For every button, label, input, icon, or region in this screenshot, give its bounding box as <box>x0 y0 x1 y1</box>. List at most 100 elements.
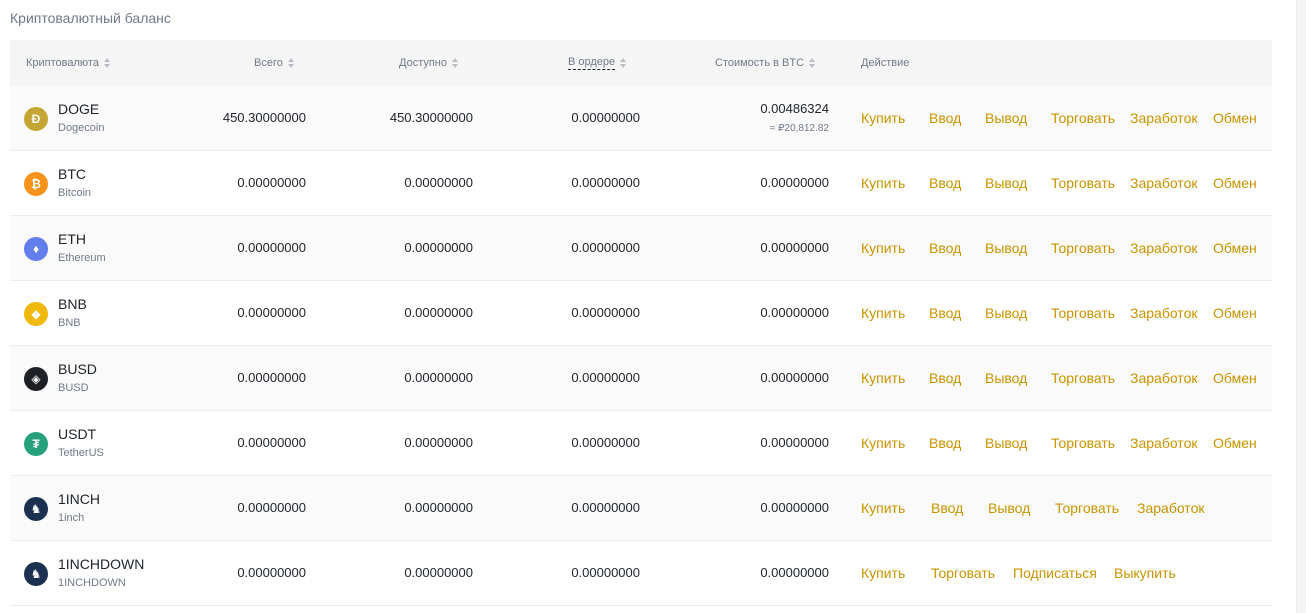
coin-symbol[interactable]: DOGE <box>58 101 99 117</box>
withdraw-link[interactable]: Вывод <box>985 435 1027 451</box>
withdraw-link[interactable]: Вывод <box>985 305 1027 321</box>
earn-link[interactable]: Заработок <box>1137 500 1204 516</box>
convert-link[interactable]: Обмен <box>1213 305 1257 321</box>
convert-link[interactable]: Обмен <box>1213 110 1257 126</box>
table-row: ₿ BTC Bitcoin 0.00000000 0.00000000 0.0000000… <box>10 151 1272 216</box>
trade-link[interactable]: Торговать <box>931 565 995 581</box>
ethereum-icon: ♦ <box>24 237 48 261</box>
deposit-link[interactable]: Ввод <box>929 370 961 386</box>
buy-link[interactable]: Купить <box>861 435 905 451</box>
table-header: Криптовалюта Всего Доступно В ордере Сто… <box>10 40 1272 86</box>
trade-link[interactable]: Торговать <box>1055 500 1119 516</box>
deposit-link[interactable]: Ввод <box>929 305 961 321</box>
coin-name: 1inch <box>58 512 85 524</box>
in-order-value: 0.00000000 <box>571 500 640 515</box>
table-body: Ð DOGE Dogecoin 450.30000000 450.30000000 0.0… <box>10 86 1272 606</box>
column-total[interactable]: Всего <box>254 57 295 69</box>
available-value: 450.30000000 <box>389 110 473 125</box>
earn-link[interactable]: Заработок <box>1130 240 1197 256</box>
total-value: 0.00000000 <box>237 370 306 385</box>
table-row: ♦ ETH Ethereum 0.00000000 0.00000000 0.000000… <box>10 216 1272 281</box>
earn-link[interactable]: Заработок <box>1130 175 1197 191</box>
trade-link[interactable]: Торговать <box>1051 110 1115 126</box>
coin-name: Dogecoin <box>58 122 105 134</box>
scrollbar-track[interactable] <box>1296 0 1306 613</box>
total-value: 450.30000000 <box>222 110 306 125</box>
convert-link[interactable]: Обмен <box>1213 370 1257 386</box>
column-available[interactable]: Доступно <box>399 57 459 69</box>
buy-link[interactable]: Купить <box>861 175 905 191</box>
buy-link[interactable]: Купить <box>861 240 905 256</box>
total-value: 0.00000000 <box>237 240 306 255</box>
trade-link[interactable]: Торговать <box>1051 175 1115 191</box>
coin-symbol[interactable]: BNB <box>58 296 87 312</box>
coin-symbol[interactable]: ETH <box>58 231 86 247</box>
btc-value: 0.00000000 <box>760 565 829 580</box>
coin-symbol[interactable]: BTC <box>58 166 86 182</box>
tether-icon: ₮ <box>24 432 48 456</box>
balance-table: Криптовалюта Всего Доступно В ордере Сто… <box>10 40 1272 606</box>
in-order-value: 0.00000000 <box>571 305 640 320</box>
column-in-order[interactable]: В ордере <box>568 56 627 70</box>
total-value: 0.00000000 <box>237 435 306 450</box>
sort-icon <box>620 58 627 68</box>
buy-link[interactable]: Купить <box>861 305 905 321</box>
withdraw-link[interactable]: Вывод <box>985 175 1027 191</box>
earn-link[interactable]: Заработок <box>1130 305 1197 321</box>
earn-link[interactable]: Заработок <box>1130 110 1197 126</box>
in-order-value: 0.00000000 <box>571 565 640 580</box>
trade-link[interactable]: Торговать <box>1051 435 1115 451</box>
coin-symbol[interactable]: 1INCH <box>58 491 100 507</box>
in-order-value: 0.00000000 <box>571 435 640 450</box>
convert-link[interactable]: Обмен <box>1213 175 1257 191</box>
convert-link[interactable]: Обмен <box>1213 240 1257 256</box>
convert-link[interactable]: Обмен <box>1213 435 1257 451</box>
trade-link[interactable]: Торговать <box>1051 305 1115 321</box>
fiat-value: ≈ ₽20,812.82 <box>769 123 829 134</box>
earn-link[interactable]: Заработок <box>1130 435 1197 451</box>
available-value: 0.00000000 <box>404 500 473 515</box>
subscribe-link[interactable]: Подписаться <box>1013 565 1097 581</box>
btc-value: 0.00000000 <box>760 240 829 255</box>
btc-value: 0.00000000 <box>760 500 829 515</box>
in-order-value: 0.00000000 <box>571 370 640 385</box>
coin-symbol[interactable]: USDT <box>58 426 96 442</box>
withdraw-link[interactable]: Вывод <box>985 110 1027 126</box>
deposit-link[interactable]: Ввод <box>929 435 961 451</box>
table-row: ◆ BNB BNB 0.00000000 0.00000000 0.00000000 0.0… <box>10 281 1272 346</box>
btc-value: 0.00000000 <box>760 435 829 450</box>
sort-icon <box>809 58 816 68</box>
buy-link[interactable]: Купить <box>861 565 905 581</box>
coin-symbol[interactable]: 1INCHDOWN <box>58 556 144 572</box>
deposit-link[interactable]: Ввод <box>929 110 961 126</box>
table-row: Ð DOGE Dogecoin 450.30000000 450.30000000 0.0… <box>10 86 1272 151</box>
coin-symbol[interactable]: BUSD <box>58 361 97 377</box>
deposit-link[interactable]: Ввод <box>929 175 961 191</box>
available-value: 0.00000000 <box>404 175 473 190</box>
btc-value: 0.00000000 <box>760 175 829 190</box>
sort-icon <box>452 58 459 68</box>
sort-icon <box>103 58 111 68</box>
table-row: ♞ 1INCH 1inch 0.00000000 0.00000000 0.0000000… <box>10 476 1272 541</box>
column-crypto[interactable]: Криптовалюта <box>26 57 111 69</box>
table-row: ♞ 1INCHDOWN 1INCHDOWN 0.00000000 0.00000000 0… <box>10 541 1272 606</box>
withdraw-link[interactable]: Вывод <box>988 500 1030 516</box>
buy-link[interactable]: Купить <box>861 370 905 386</box>
btc-value: 0.00486324 <box>760 101 829 116</box>
deposit-link[interactable]: Ввод <box>931 500 963 516</box>
column-btc-value[interactable]: Стоимость в BTC <box>715 57 816 69</box>
buy-link[interactable]: Купить <box>861 500 905 516</box>
doge-icon: Ð <box>24 107 48 131</box>
buy-link[interactable]: Купить <box>861 110 905 126</box>
btc-value: 0.00000000 <box>760 305 829 320</box>
busd-icon: ◈ <box>24 367 48 391</box>
trade-link[interactable]: Торговать <box>1051 240 1115 256</box>
redeem-link[interactable]: Выкупить <box>1114 565 1176 581</box>
deposit-link[interactable]: Ввод <box>929 240 961 256</box>
withdraw-link[interactable]: Вывод <box>985 370 1027 386</box>
coin-name: 1INCHDOWN <box>58 577 126 589</box>
earn-link[interactable]: Заработок <box>1130 370 1197 386</box>
in-order-value: 0.00000000 <box>571 240 640 255</box>
trade-link[interactable]: Торговать <box>1051 370 1115 386</box>
withdraw-link[interactable]: Вывод <box>985 240 1027 256</box>
